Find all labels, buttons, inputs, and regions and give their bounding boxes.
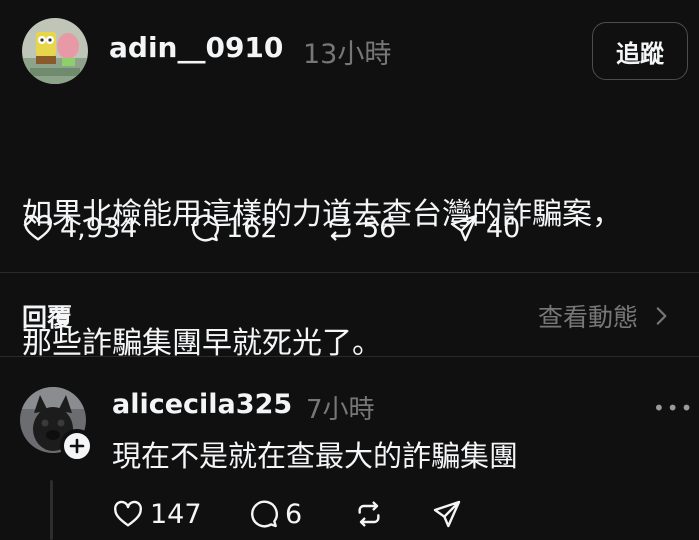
share-button[interactable]: 40 (448, 212, 520, 244)
repost-button[interactable]: 56 (324, 212, 396, 244)
comment-button[interactable]: 162 (188, 212, 278, 244)
heart-icon (114, 500, 142, 527)
thread-line (50, 480, 53, 540)
chevron-right-icon (656, 307, 667, 325)
view-activity-link[interactable]: 查看動態 (538, 298, 674, 334)
post-username[interactable]: adin__0910 (109, 31, 283, 64)
divider-top (0, 272, 699, 273)
repost-count: 56 (362, 212, 397, 244)
view-activity-label: 查看動態 (538, 303, 639, 332)
reply-like-button[interactable]: 147 (112, 498, 202, 530)
reply-like-count: 147 (150, 498, 202, 530)
follow-plus-badge[interactable] (60, 429, 94, 463)
reply-repost-button[interactable] (353, 498, 385, 530)
reply-comment-button[interactable]: 6 (247, 498, 302, 530)
divider-bottom (0, 356, 699, 357)
replies-label: 回覆 (22, 303, 73, 332)
comment-count: 162 (226, 212, 278, 244)
post-text-line-2: 那些詐騙集團早就死光了。 (22, 326, 382, 361)
comment-bubble-icon (251, 500, 278, 528)
like-count: 4,934 (60, 212, 138, 244)
post-text: 如果北檢能用這樣的力道去查台灣的詐騙案， 那些詐騙集團早就死光了。 (22, 107, 622, 408)
reply-username[interactable]: alicecila325 (112, 389, 292, 420)
more-options-button[interactable]: ••• (653, 396, 694, 420)
send-icon (450, 214, 478, 242)
repost-icon (329, 215, 351, 241)
post-avatar[interactable] (22, 18, 88, 84)
like-button[interactable]: 4,934 (22, 212, 137, 244)
repost-icon (358, 501, 380, 527)
share-count: 40 (486, 212, 521, 244)
plus-icon (69, 438, 85, 454)
post-time: 13小時 (303, 39, 392, 70)
heart-icon (24, 214, 52, 241)
reply-time: 7小時 (306, 395, 375, 425)
reply-share-button[interactable] (431, 498, 463, 530)
follow-button[interactable]: 追蹤 (592, 22, 688, 80)
reply-text: 現在不是就在查最大的詐騙集團 (112, 439, 519, 473)
comment-bubble-icon (192, 214, 219, 242)
send-icon (433, 500, 461, 528)
reply-comment-count: 6 (285, 498, 303, 530)
